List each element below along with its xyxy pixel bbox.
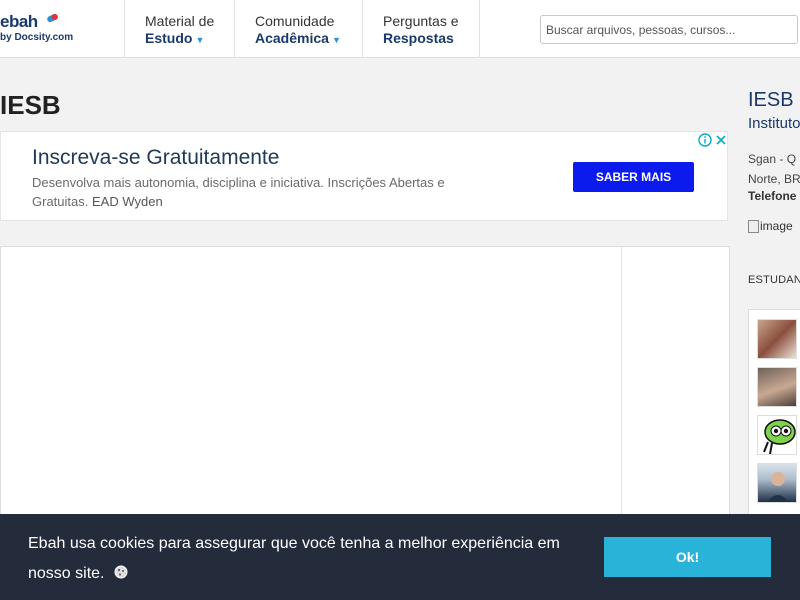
ad-brand: EAD Wyden — [91, 194, 163, 209]
students-avatar-list — [748, 309, 800, 529]
ad-title[interactable]: Inscreva-se Gratuitamente — [32, 146, 279, 170]
nav-label-bottom: Acadêmica ▼ — [255, 30, 341, 46]
logo-wordmark: ebah — [0, 12, 38, 31]
institution-address: Sgan - Q Norte, BR — [748, 152, 800, 186]
ad-close-icon[interactable] — [714, 133, 728, 147]
cookie-icon — [114, 565, 128, 579]
student-avatar[interactable] — [757, 415, 797, 455]
nav-material-de-estudo[interactable]: Material de Estudo ▼ — [145, 13, 214, 49]
search-input[interactable] — [540, 15, 798, 44]
caret-down-icon: ▼ — [331, 35, 341, 45]
students-section-title: ESTUDAN — [748, 274, 800, 286]
cookie-message: Ebah usa cookies para assegurar que você… — [28, 535, 560, 582]
nav-perguntas-e-respostas[interactable]: Perguntas e Respostas — [383, 13, 459, 47]
logo-tagline: by Docsity.com — [0, 32, 74, 43]
nav-divider — [479, 0, 480, 58]
cookie-accept-button[interactable]: Ok! — [604, 537, 771, 577]
person-photo-icon — [767, 472, 789, 502]
cartoon-avatar-icon — [763, 419, 796, 454]
nav-label-top: Comunidade — [255, 13, 335, 29]
student-avatar[interactable] — [757, 319, 797, 359]
nav-divider — [362, 0, 363, 58]
nav-comunidade-academica[interactable]: Comunidade Acadêmica ▼ — [255, 13, 341, 49]
student-avatar[interactable] — [757, 367, 797, 407]
ebah-logo[interactable]: ebah by Docsity.com — [0, 12, 120, 48]
institution-fullname: Instituto — [748, 115, 800, 132]
nav-divider — [124, 0, 125, 58]
cookie-consent-bar: Ebah usa cookies para assegurar que você… — [0, 514, 800, 600]
ad-cta-button[interactable]: SABER MAIS — [573, 162, 694, 192]
ad-banner[interactable]: Inscreva-se Gratuitamente Desenvolva mai… — [0, 131, 728, 221]
institution-name: IESB — [748, 89, 794, 111]
institution-image: image — [748, 219, 793, 233]
broken-image-icon — [748, 219, 759, 233]
nav-label-bottom: Respostas — [383, 30, 454, 46]
caret-down-icon: ▼ — [195, 35, 205, 45]
nav-label-top: Perguntas e — [383, 13, 459, 29]
institution-phone-label: Telefone — [748, 189, 797, 203]
page-title: IESB — [0, 90, 61, 120]
nav-label-bottom: Estudo ▼ — [145, 30, 205, 46]
nav-divider — [234, 0, 235, 58]
main-content-panel — [0, 246, 730, 526]
nav-label-top: Material de — [145, 13, 215, 29]
ad-description: Desenvolva mais autonomia, disciplina e … — [32, 175, 445, 209]
student-avatar[interactable] — [757, 463, 797, 503]
logo-pill-icon — [47, 14, 58, 23]
ad-info-icon[interactable] — [698, 133, 712, 147]
content-divider — [621, 247, 622, 525]
top-header: ebah by Docsity.com Material de Estudo ▼ … — [0, 0, 800, 58]
